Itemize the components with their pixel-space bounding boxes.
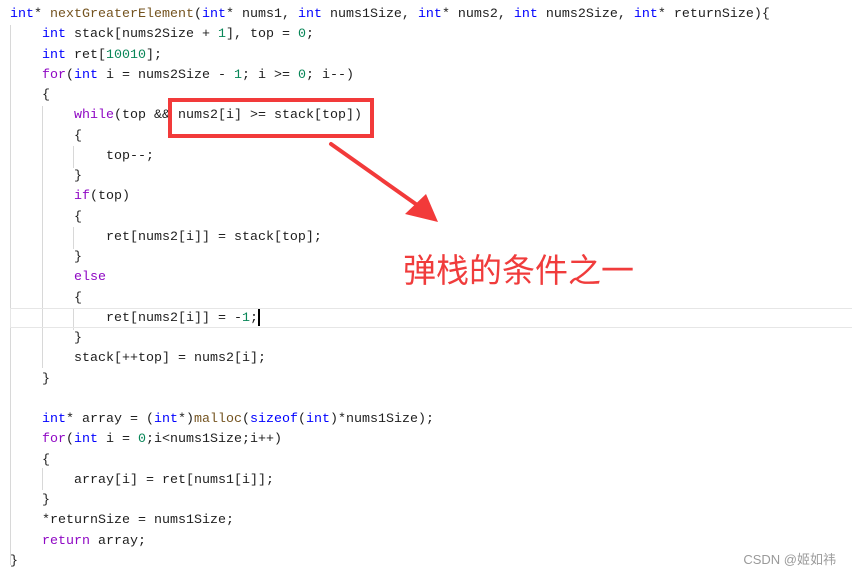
watermark: CSDN @姬如祎	[743, 552, 836, 567]
code-editor-screenshot: int* nextGreaterElement(int* nums1, int …	[0, 0, 852, 575]
annotation-text: 弹栈的条件之一	[403, 251, 634, 290]
